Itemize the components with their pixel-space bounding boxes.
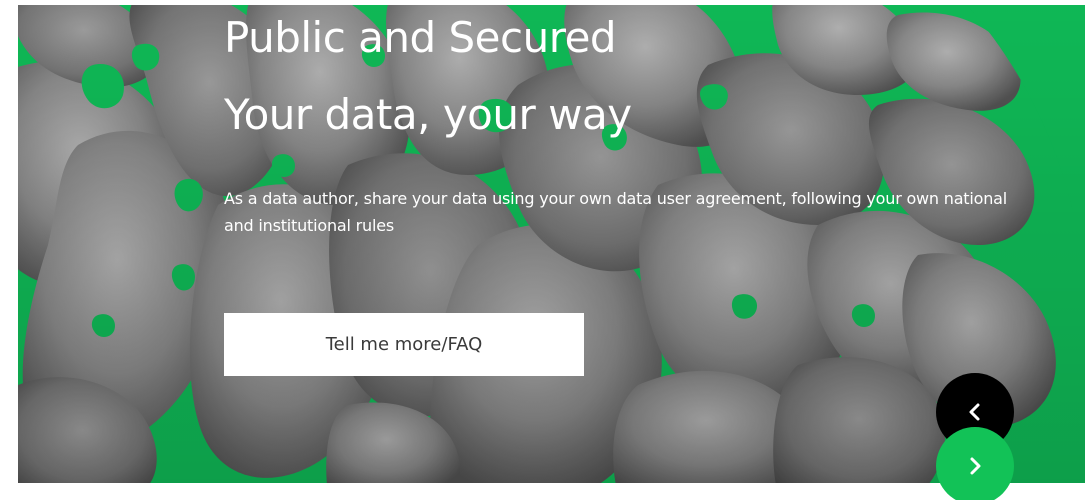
hero-description: As a data author, share your data using … [224,189,1007,235]
carousel-next-button[interactable] [936,427,1014,500]
page: Public and Secured Your data, your way A… [0,0,1085,500]
tell-me-more-button[interactable]: Tell me more/FAQ [224,313,584,376]
hero-title-line-2: Your data, your way [224,90,632,139]
brain-surface-image [18,5,1085,483]
chevron-right-icon [970,457,981,475]
hero-title-line-1: Public and Secured [224,13,617,62]
chevron-left-icon [969,403,980,421]
hero-banner: Public and Secured Your data, your way A… [18,5,1085,483]
